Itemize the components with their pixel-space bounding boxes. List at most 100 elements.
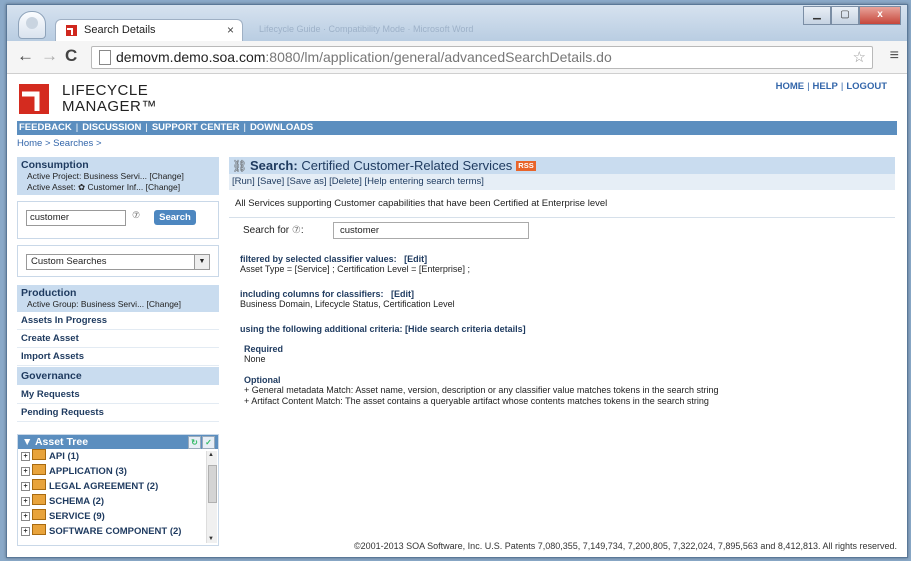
custom-searches-box: Custom Searches ▼ (17, 245, 219, 277)
bookmark-star-icon[interactable]: ☆ (853, 48, 866, 66)
tree-item[interactable]: + APPLICATION (3) (18, 464, 218, 479)
collapse-icon[interactable]: ▼ (22, 436, 32, 448)
tree-scrollbar[interactable]: ▲ ▼ (206, 451, 217, 543)
expand-icon: + (21, 467, 30, 476)
forward-icon[interactable]: → (41, 47, 58, 65)
url-text[interactable]: demovm.demo.soa.com:8080/lm/application/… (116, 49, 612, 65)
scroll-up-icon: ▲ (208, 452, 214, 458)
menu-icon[interactable]: ≡ (890, 47, 899, 65)
scroll-thumb[interactable] (208, 465, 217, 503)
expand-icon: + (21, 482, 30, 491)
quick-search-box: customer ⑦ Search (17, 201, 219, 239)
optional-block: Optional + General metadata Match: Asset… (244, 375, 719, 406)
expand-icon: + (21, 512, 30, 521)
required-block: Required None (244, 344, 284, 364)
top-links: HOME | HELP | LOGOUT (775, 81, 887, 92)
expand-icon: + (21, 452, 30, 461)
app-logo-text: LIFECYCLE MANAGER™ (62, 82, 157, 115)
folder-icon (32, 509, 46, 520)
footer: ©2001-2013 SOA Software, Inc. U.S. Paten… (353, 541, 897, 551)
browser-toolbar: ← → C demovm.demo.soa.com:8080/lm/applic… (7, 41, 907, 74)
discussion-link[interactable]: DISCUSSION (82, 122, 141, 133)
check-icon[interactable]: ✓ (202, 436, 215, 449)
consumption-panel: Consumption Active Project: Business Ser… (17, 157, 219, 195)
background-tab[interactable]: Lifecycle Guide · Compatibility Mode · M… (239, 21, 699, 37)
production-panel: Production Active Group: Business Servi.… (17, 285, 219, 312)
expand-icon: + (21, 497, 30, 506)
app-header: LIFECYCLE MANAGER™ HOME | HELP | LOGOUT (7, 74, 907, 122)
profile-icon[interactable] (18, 11, 46, 39)
search-actions[interactable]: [Run] [Save] [Save as] [Delete] [Help en… (229, 174, 895, 190)
home-link[interactable]: HOME (776, 81, 805, 92)
my-requests-link[interactable]: My Requests (17, 385, 219, 404)
folder-icon (32, 479, 46, 490)
downloads-link[interactable]: DOWNLOADS (250, 122, 313, 133)
reload-icon[interactable]: C (65, 47, 77, 65)
search-for-row: Search for ⑦: customer (229, 218, 895, 244)
search-for-label: Search for ⑦: (243, 225, 304, 236)
search-for-input[interactable]: customer (333, 222, 529, 239)
browser-tab[interactable]: Search Details × (55, 19, 243, 42)
window-controls: ▁ ▢ x (803, 6, 901, 25)
search-button[interactable]: Search (154, 210, 196, 225)
folder-icon (32, 449, 46, 460)
nav-bar: FEEDBACK | DISCUSSION | SUPPORT CENTER | DOWNL… (17, 121, 897, 135)
tree-item[interactable]: + SCHEMA (2) (18, 494, 218, 509)
active-asset[interactable]: Active Asset: ✿ Customer Inf... [Change] (21, 182, 215, 193)
logout-link[interactable]: LOGOUT (846, 81, 887, 92)
help-icon[interactable]: ⑦ (132, 210, 140, 221)
active-project[interactable]: Active Project: Business Servi... [Chang… (21, 171, 215, 182)
support-center-link[interactable]: SUPPORT CENTER (152, 122, 240, 133)
pending-requests-link[interactable]: Pending Requests (17, 404, 219, 422)
sidebar: Consumption Active Project: Business Ser… (17, 157, 219, 546)
page-title: Search: Certified Customer-Related Servi… (250, 158, 536, 173)
chevron-down-icon: ▼ (194, 255, 209, 269)
rss-icon[interactable]: RSS (516, 161, 536, 171)
tab-strip: Search Details × Lifecycle Guide · Compa… (7, 5, 907, 42)
folder-icon (32, 464, 46, 475)
asset-tree: ▼ Asset Tree ↻ ✓ + API (1) + APPLICATION (… (17, 434, 219, 546)
columns-block: including columns for classifiers: [Edit… (240, 289, 455, 309)
consumption-title: Consumption (21, 159, 89, 171)
tree-item[interactable]: + LEGAL AGREEMENT (2) (18, 479, 218, 494)
asset-tree-header[interactable]: ▼ Asset Tree ↻ ✓ (18, 435, 218, 449)
edit-filter-link[interactable]: [Edit] (404, 254, 427, 264)
address-bar[interactable]: demovm.demo.soa.com:8080/lm/application/… (91, 46, 873, 69)
page-icon (99, 50, 111, 65)
tab-title: Search Details (84, 24, 156, 36)
import-assets-link[interactable]: Import Assets (17, 348, 219, 366)
expand-icon: + (21, 527, 30, 536)
minimize-icon[interactable]: ▁ (803, 6, 831, 25)
help-icon: ⑦ (291, 225, 301, 236)
folder-icon (32, 494, 46, 505)
maximize-icon[interactable]: ▢ (831, 6, 859, 25)
search-details-panel: ⛓ Search: Certified Customer-Related Ser… (229, 157, 895, 407)
production-title: Production (21, 287, 77, 299)
folder-icon (32, 524, 46, 535)
hide-criteria-link[interactable]: [Hide search criteria details] (405, 324, 526, 334)
tree-item[interactable]: + SERVICE (9) (18, 509, 218, 524)
refresh-icon[interactable]: ↻ (188, 436, 201, 449)
tree-item[interactable]: + API (1) (18, 449, 218, 464)
create-asset-link[interactable]: Create Asset (17, 330, 219, 348)
active-group[interactable]: Active Group: Business Servi... [Change] (21, 299, 215, 310)
tree-item[interactable]: + SOFTWARE COMPONENT (2) (18, 524, 218, 539)
criteria-block: using the following additional criteria:… (240, 324, 526, 334)
custom-searches-select[interactable]: Custom Searches ▼ (26, 254, 210, 270)
edit-columns-link[interactable]: [Edit] (391, 289, 414, 299)
browser-window: Search Details × Lifecycle Guide · Compa… (6, 4, 908, 558)
tab-close-icon[interactable]: × (227, 23, 234, 37)
close-window-icon[interactable]: x (859, 6, 901, 25)
feedback-link[interactable]: FEEDBACK (19, 122, 72, 133)
assets-in-progress-link[interactable]: Assets In Progress (17, 312, 219, 330)
breadcrumb[interactable]: Home > Searches > (17, 138, 102, 149)
search-description: All Services supporting Customer capabil… (229, 190, 895, 218)
back-icon[interactable]: ← (17, 47, 34, 65)
search-input[interactable]: customer (26, 210, 126, 226)
filter-block: filtered by selected classifier values: … (240, 254, 470, 274)
governance-title: Governance (17, 367, 219, 385)
help-link[interactable]: HELP (813, 81, 838, 92)
lifecycle-manager-logo (19, 84, 49, 114)
search-header: ⛓ Search: Certified Customer-Related Ser… (229, 157, 895, 174)
search-tree-icon: ⛓ (232, 159, 248, 173)
